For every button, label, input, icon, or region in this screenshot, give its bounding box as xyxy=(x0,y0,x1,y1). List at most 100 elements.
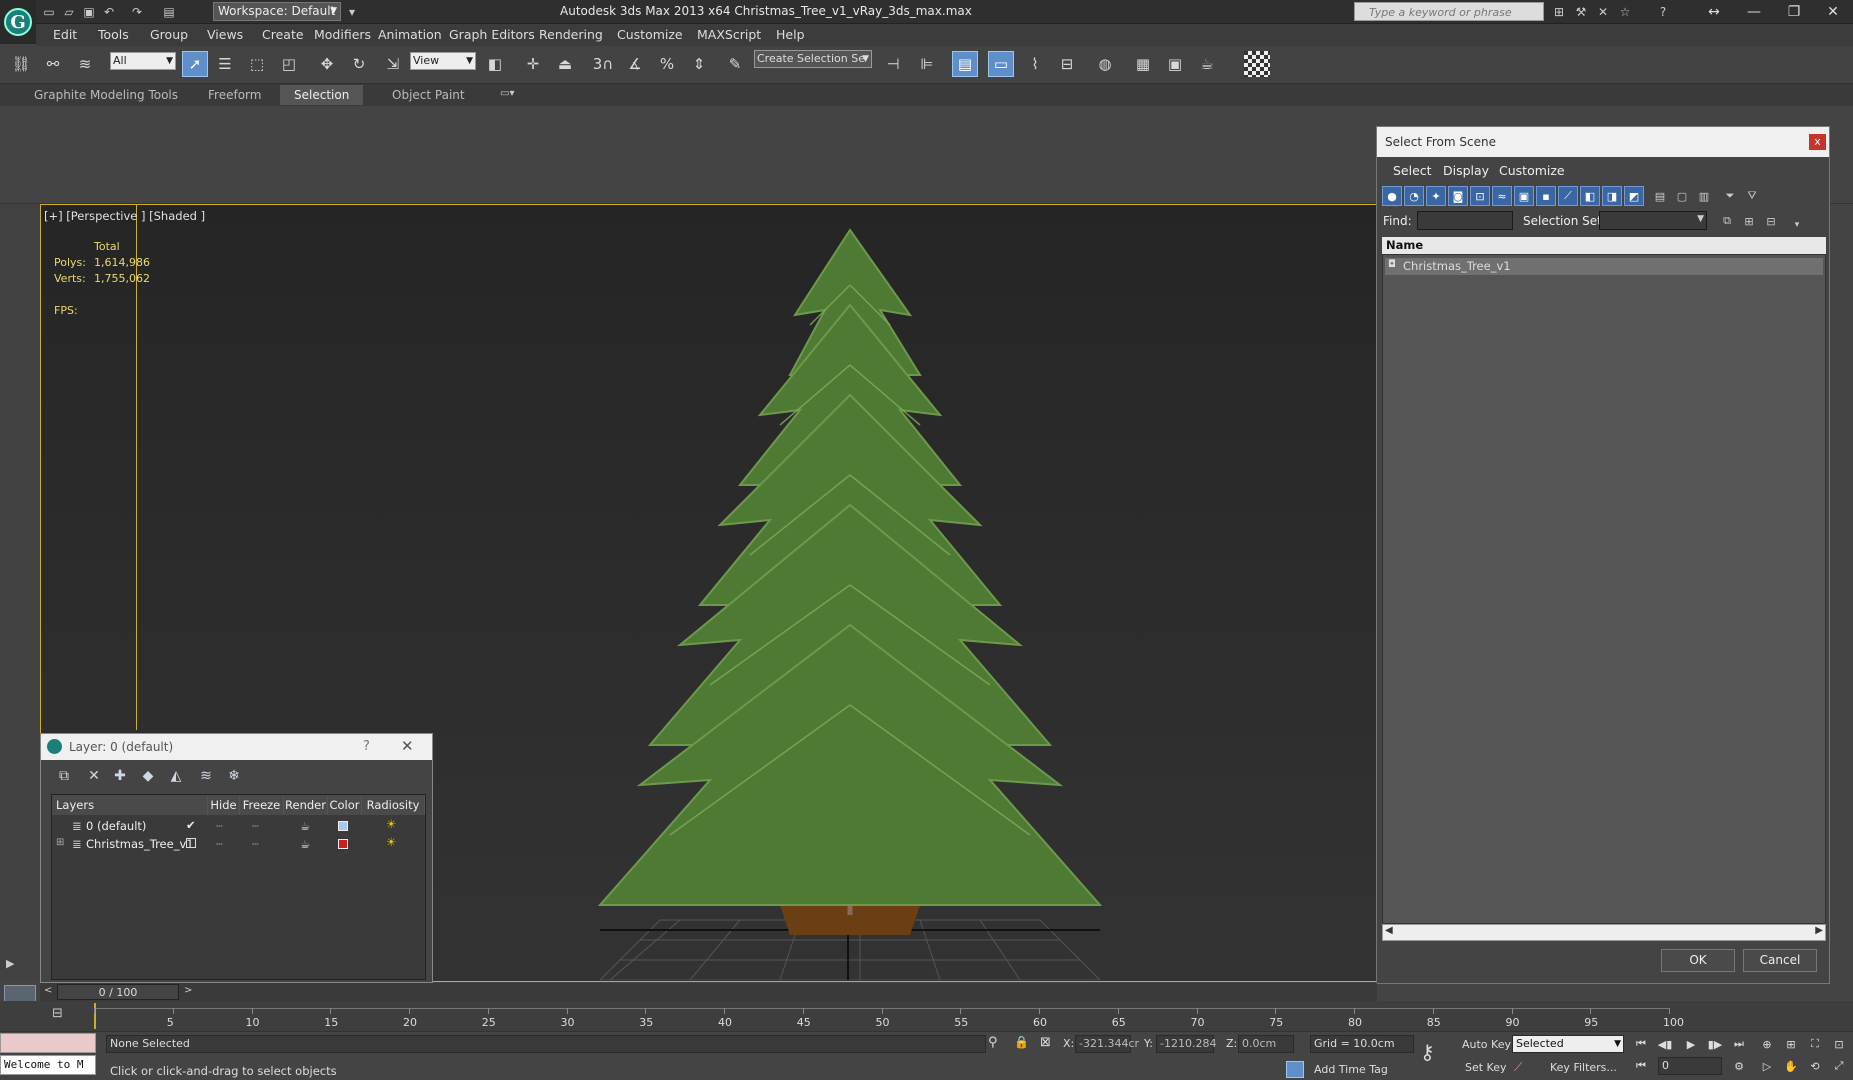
menu-edit[interactable]: Edit xyxy=(53,24,77,46)
display-all-icon[interactable]: ▤ xyxy=(1650,186,1670,206)
align-icon[interactable]: ⊫ xyxy=(914,51,940,77)
remove-from-set-icon[interactable]: ⊟ xyxy=(1761,211,1781,231)
col-layers[interactable]: Layers xyxy=(52,795,208,815)
select-highlight-icon[interactable]: ◆ xyxy=(135,766,161,786)
select-layer-icon[interactable]: ◭ xyxy=(163,766,189,786)
mirror-icon[interactable]: ⊣ xyxy=(880,51,906,77)
filter-options-icon[interactable]: ⛛ xyxy=(1742,186,1762,206)
select-dialog-close-icon[interactable]: x xyxy=(1809,134,1826,150)
sd-menu-customize[interactable]: Customize xyxy=(1499,161,1565,181)
menu-customize[interactable]: Customize xyxy=(617,24,683,46)
current-frame-field[interactable]: 0 xyxy=(1658,1057,1722,1075)
z-coordinate-field[interactable]: 0.0cm xyxy=(1238,1035,1294,1053)
display-containers-icon[interactable]: ◧ xyxy=(1580,186,1600,206)
play-icon[interactable]: ▶ xyxy=(1680,1035,1702,1053)
zoom-all-icon[interactable]: ⊞ xyxy=(1780,1035,1802,1053)
open-file-icon[interactable]: ▱ xyxy=(60,3,78,20)
customize-qa-icon[interactable]: ▾ xyxy=(343,3,361,20)
lock-selection-icon[interactable]: 🔒 xyxy=(1014,1035,1029,1049)
binoculars-icon[interactable]: ⊞ xyxy=(1550,3,1568,20)
layer-close-icon[interactable]: ✕ xyxy=(401,737,414,755)
percent-snap-icon[interactable]: % xyxy=(654,51,680,77)
col-freeze[interactable]: Freeze xyxy=(240,795,284,815)
rect-selection-icon[interactable]: ⬚ xyxy=(244,51,270,77)
tab-freeform[interactable]: Freeform xyxy=(194,85,275,105)
menu-views[interactable]: Views xyxy=(207,24,243,46)
tab-graphite-modeling-tools[interactable]: Graphite Modeling Tools xyxy=(20,85,192,105)
current-layer-box[interactable] xyxy=(186,838,196,848)
col-render[interactable]: Render xyxy=(284,795,328,815)
select-manipulate-icon[interactable]: ✛ xyxy=(520,51,546,77)
maximize-viewport-icon[interactable]: ⤢ xyxy=(1828,1057,1850,1075)
set-key-button[interactable]: Set Key xyxy=(1465,1061,1507,1074)
go-to-start-icon[interactable]: ⏮ xyxy=(1630,1035,1652,1053)
freeze-toggle[interactable]: ┄ xyxy=(252,819,259,833)
y-coordinate-field[interactable]: -1210.284 xyxy=(1156,1035,1216,1053)
scene-object-row[interactable]: Christmas_Tree_v1 xyxy=(1385,258,1823,275)
time-config-icon[interactable]: ⚙ xyxy=(1728,1057,1750,1075)
edit-named-selection-icon[interactable]: ✎ xyxy=(722,51,748,77)
save-file-icon[interactable]: ▣ xyxy=(80,3,98,20)
prev-frame-icon[interactable]: < xyxy=(44,985,52,996)
reference-coord-dropdown[interactable]: View ▼ xyxy=(410,52,476,70)
key-mode-icon[interactable]: ⟋ xyxy=(1514,1060,1522,1075)
radiosity-icon[interactable]: ☀ xyxy=(386,835,396,849)
display-xrefs-icon[interactable]: ▪ xyxy=(1536,186,1556,206)
add-time-tag[interactable]: Add Time Tag xyxy=(1314,1063,1388,1076)
viewport-label[interactable]: [+] [Perspective ] [Shaded ] xyxy=(44,209,205,223)
ok-button[interactable]: OK xyxy=(1661,949,1735,972)
material-editor-icon[interactable]: ◍ xyxy=(1092,51,1118,77)
x-coordinate-field[interactable]: -321.344cr xyxy=(1075,1035,1139,1053)
layer-dialog-title[interactable]: Layer: 0 (default) xyxy=(41,734,432,760)
app-menu-button[interactable]: G xyxy=(0,0,36,44)
delete-layer-icon[interactable]: ✕ xyxy=(81,766,107,786)
display-none-icon[interactable]: ▢ xyxy=(1672,186,1692,206)
render-teapot-icon[interactable]: ☕ xyxy=(300,819,310,833)
add-to-layer-icon[interactable]: ✚ xyxy=(107,766,133,786)
options-chevron-icon[interactable]: ▾ xyxy=(1787,215,1807,235)
track-bar[interactable] xyxy=(0,1001,1853,1031)
horizontal-scrollbar[interactable]: ◀ ▶ xyxy=(1382,924,1826,941)
layer-help-button[interactable]: ? xyxy=(363,739,370,754)
select-dialog-title[interactable]: Select From Scene xyxy=(1377,127,1829,157)
sd-menu-select[interactable]: Select xyxy=(1393,161,1432,181)
col-radiosity[interactable]: Radiosity xyxy=(362,795,425,815)
display-frozen-icon[interactable]: ◨ xyxy=(1602,186,1622,206)
render-setup-icon[interactable]: ▦ xyxy=(1130,51,1156,77)
rendered-frame-icon[interactable]: ▣ xyxy=(1162,51,1188,77)
freeze-toggle[interactable]: ┄ xyxy=(252,837,259,851)
add-to-set-icon[interactable]: ⊞ xyxy=(1739,211,1759,231)
ribbon-options-icon[interactable]: ▭▾ xyxy=(500,88,514,99)
move-icon[interactable]: ✥ xyxy=(314,51,340,77)
tab-selection[interactable]: Selection xyxy=(280,85,364,105)
select-by-name-icon[interactable]: ☰ xyxy=(212,51,238,77)
pan-icon[interactable]: ✋ xyxy=(1780,1057,1802,1075)
expand-mini-icon[interactable]: ▶ xyxy=(6,957,14,970)
create-set-icon[interactable]: ⧉ xyxy=(1717,211,1737,231)
project-folder-icon[interactable]: ▤ xyxy=(160,3,178,20)
time-slider-thumb[interactable]: 0 / 100 xyxy=(57,984,179,1000)
find-input[interactable] xyxy=(1417,211,1513,230)
help-icon[interactable]: ? xyxy=(1654,3,1672,20)
zoom-icon[interactable]: ⊕ xyxy=(1756,1035,1778,1053)
search-input[interactable]: Type a keyword or phrase xyxy=(1354,2,1544,21)
col-hide[interactable]: Hide xyxy=(208,795,240,815)
layer-row[interactable]: ⊞ ≣ Christmas_Tree_v1 ┄ ┄ ☕ ☀ xyxy=(52,835,425,853)
communication-icon[interactable]: ✕ xyxy=(1594,3,1612,20)
menu-rendering[interactable]: Rendering xyxy=(539,24,603,46)
angle-snap-icon[interactable]: ∡ xyxy=(622,51,648,77)
layer-color-swatch[interactable] xyxy=(338,839,348,849)
subscription-icon[interactable]: ⚒ xyxy=(1572,3,1590,20)
christmas-tree-model[interactable] xyxy=(580,225,1120,955)
scale-icon[interactable]: ⇲ xyxy=(380,51,406,77)
time-tag-icon[interactable] xyxy=(1286,1061,1304,1078)
workspace-dropdown[interactable]: Workspace: Default ▼ xyxy=(213,2,341,21)
select-object-icon[interactable]: ➚ xyxy=(182,51,208,77)
hide-all-layers-icon[interactable]: ≋ xyxy=(193,766,219,786)
display-hidden-icon[interactable]: ◩ xyxy=(1624,186,1644,206)
display-helpers-icon[interactable]: ⊡ xyxy=(1470,186,1490,206)
menu-create[interactable]: Create xyxy=(262,24,304,46)
key-selection-dropdown[interactable]: Selected ▼ xyxy=(1512,1035,1624,1053)
absolute-mode-icon[interactable]: ⊠ xyxy=(1040,1035,1051,1050)
display-invert-icon[interactable]: ▥ xyxy=(1694,186,1714,206)
